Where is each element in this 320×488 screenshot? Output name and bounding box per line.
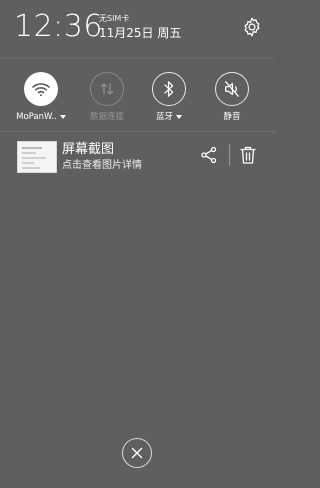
mute-icon (225, 81, 239, 97)
share-button[interactable] (200, 146, 218, 164)
trash-icon (240, 146, 256, 164)
delete-button[interactable] (239, 145, 257, 165)
clock: 12:36 (14, 9, 103, 44)
data-toggle-circle[interactable] (90, 72, 124, 106)
bluetooth-toggle-label: 蓝牙 (155, 112, 173, 122)
bluetooth-icon (164, 81, 174, 97)
close-button[interactable] (122, 438, 152, 468)
screenshot-thumbnail (17, 141, 57, 173)
notification-title: 屏幕截图 (62, 142, 115, 157)
bluetooth-toggle-label-row: 蓝牙 (137, 112, 201, 123)
notification-subtitle: 点击查看图片详情 (62, 160, 142, 171)
mute-toggle-circle[interactable] (215, 72, 249, 106)
data-arrows-icon (100, 83, 114, 95)
sim-status: 无SIM卡 (99, 14, 130, 23)
settings-button[interactable] (241, 16, 263, 38)
share-icon (201, 146, 217, 164)
mute-toggle[interactable]: 静音 (200, 72, 264, 123)
chevron-down-icon (176, 114, 182, 119)
close-icon (131, 447, 143, 459)
data-toggle-label: 数据连接 (89, 112, 124, 122)
mute-toggle-label: 静音 (223, 112, 241, 122)
wifi-toggle-label-row: MoPanW.. (9, 112, 73, 123)
wifi-toggle-circle[interactable] (24, 72, 58, 106)
wifi-toggle-label: MoPanW.. (16, 112, 57, 122)
chevron-down-icon (59, 114, 66, 119)
screenshot-notification[interactable]: 屏幕截图 点击查看图片详情 (10, 136, 265, 180)
header-divider (0, 58, 275, 59)
wifi-toggle[interactable]: MoPanW.. (9, 72, 73, 123)
bluetooth-toggle[interactable]: 蓝牙 (137, 72, 201, 123)
wifi-icon (32, 83, 50, 97)
action-divider (229, 144, 230, 166)
date-label: 11月25日 周五 (99, 26, 182, 40)
bluetooth-toggle-circle[interactable] (152, 72, 186, 106)
toggles-divider (0, 131, 275, 132)
notification-shade: 12:36 无SIM卡 11月25日 周五 MoPanW.. 数据连接 蓝牙 静… (0, 0, 275, 488)
gear-icon (244, 17, 260, 37)
data-toggle[interactable]: 数据连接 (75, 72, 139, 123)
